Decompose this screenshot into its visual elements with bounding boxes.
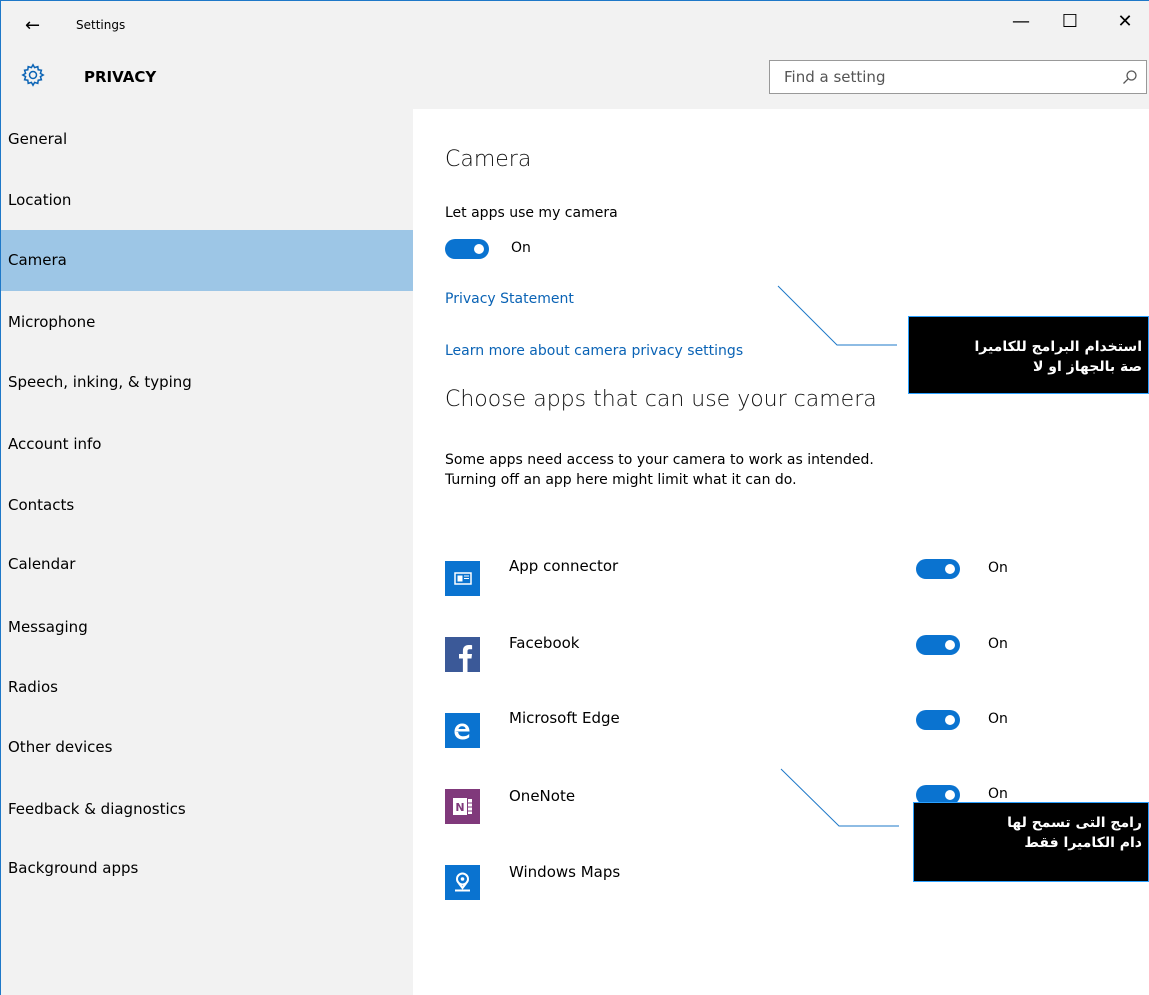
annotation-line: رامج التى تسمح لها <box>1007 815 1142 831</box>
learn-more-link[interactable]: Learn more about camera privacy settings <box>445 343 743 359</box>
facebook-toggle[interactable] <box>916 635 960 655</box>
toggle-knob <box>945 715 955 725</box>
annotation-line: صة بالجهاز او لا <box>1033 359 1142 375</box>
sidebar-item-location[interactable]: Location <box>1 170 413 231</box>
app-name-onenote: OneNote <box>509 787 576 805</box>
edge-state: On <box>988 711 1008 727</box>
app-name-windows-maps: Windows Maps <box>509 863 621 881</box>
sidebar-item-feedback[interactable]: Feedback & diagnostics <box>1 779 413 840</box>
facebook-state: On <box>988 636 1008 652</box>
toggle-knob <box>945 790 955 800</box>
camera-access-toggle[interactable] <box>445 239 489 259</box>
annotation-callout: رامج التى تسمح لها دام الكاميرا فقط <box>913 802 1149 882</box>
settings-window: ← Settings — ☐ ✕ PRIVACY General Locatio… <box>1 1 1149 995</box>
toggle-knob <box>474 244 484 254</box>
app-name-app-connector: App connector <box>509 557 619 575</box>
facebook-icon <box>445 637 480 672</box>
edge-toggle[interactable] <box>916 710 960 730</box>
toggle-knob <box>945 640 955 650</box>
maximize-button[interactable]: ☐ <box>1050 11 1090 41</box>
app-name-facebook: Facebook <box>509 634 580 652</box>
title-bar: ← Settings — ☐ ✕ <box>1 1 1149 55</box>
app-connector-state: On <box>988 560 1008 576</box>
sidebar-item-account-info[interactable]: Account info <box>1 414 413 475</box>
sidebar-item-speech[interactable]: Speech, inking, & typing <box>1 352 413 413</box>
minimize-button[interactable]: — <box>1001 11 1041 41</box>
sidebar-item-messaging[interactable]: Messaging <box>1 597 413 658</box>
maps-icon <box>445 865 480 900</box>
search-input[interactable] <box>770 61 1100 93</box>
sidebar-item-microphone[interactable]: Microphone <box>1 292 413 353</box>
toggle-knob <box>945 564 955 574</box>
app-connector-toggle[interactable] <box>916 559 960 579</box>
close-button[interactable]: ✕ <box>1105 11 1145 41</box>
sidebar-item-background-apps[interactable]: Background apps <box>1 838 413 899</box>
search-box[interactable] <box>769 60 1147 94</box>
annotation-line: دام الكاميرا فقط <box>1024 835 1142 851</box>
annotation-callout: استخدام البرامج للكاميرا صة بالجهاز او ل… <box>908 316 1149 394</box>
sidebar-item-contacts[interactable]: Contacts <box>1 475 413 536</box>
section-title: PRIVACY <box>84 68 157 86</box>
apps-description-line-2: Turning off an app here might limit what… <box>445 472 797 488</box>
onenote-icon: N <box>445 789 480 824</box>
sidebar-item-general[interactable]: General <box>1 109 413 170</box>
window-title: Settings <box>76 18 126 32</box>
annotation-line: استخدام البرامج للكاميرا <box>974 339 1142 355</box>
sidebar: General Location Camera Microphone Speec… <box>1 109 413 995</box>
search-icon[interactable] <box>1122 69 1138 85</box>
svg-text:N: N <box>455 801 464 814</box>
page-title: Camera <box>445 147 532 172</box>
gear-icon <box>21 63 45 87</box>
camera-access-label: Let apps use my camera <box>445 205 618 221</box>
edge-icon <box>445 713 480 748</box>
sidebar-item-calendar[interactable]: Calendar <box>1 534 413 595</box>
app-name-microsoft-edge: Microsoft Edge <box>509 709 620 727</box>
sidebar-item-camera[interactable]: Camera <box>1 230 413 291</box>
onenote-state: On <box>988 786 1008 802</box>
camera-access-state: On <box>511 240 531 256</box>
app-connector-icon <box>445 561 480 596</box>
apps-heading: Choose apps that can use your camera <box>445 387 877 412</box>
sidebar-item-radios[interactable]: Radios <box>1 657 413 718</box>
sidebar-item-other-devices[interactable]: Other devices <box>1 717 413 778</box>
privacy-statement-link[interactable]: Privacy Statement <box>445 291 574 307</box>
apps-description-line-1: Some apps need access to your camera to … <box>445 452 874 468</box>
back-arrow-icon[interactable]: ← <box>25 15 40 36</box>
